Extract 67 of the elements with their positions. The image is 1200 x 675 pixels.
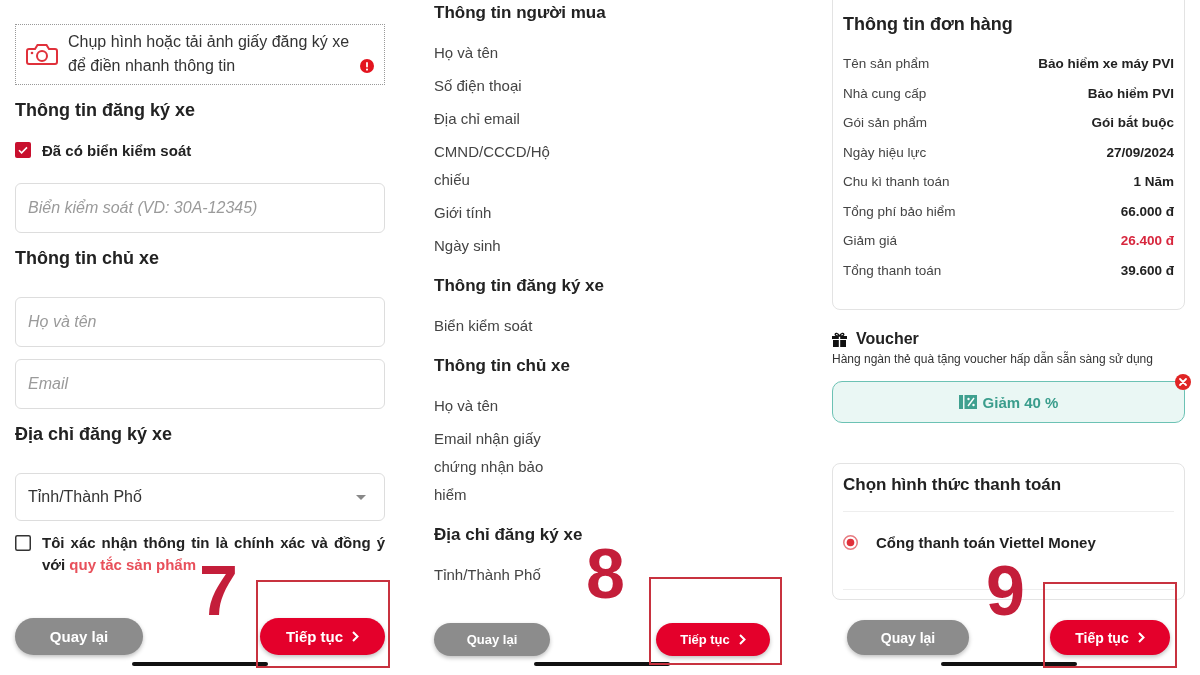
card-title: Thông tin đơn hàng <box>843 13 1014 36</box>
row-value: 27/09/2024 <box>1106 143 1174 162</box>
row-label: Nhà cung cấp <box>843 84 927 103</box>
section-heading: Thông tin người mua <box>434 2 607 24</box>
voucher-subtitle: Hàng ngàn thẻ quà tặng voucher hấp dẫn sẵn sàng sử dụng <box>832 351 1154 367</box>
card-title: Chọn hình thức thanh toán <box>843 474 1063 496</box>
radio-button[interactable] <box>843 534 858 550</box>
field-label: Số điện thoại <box>434 76 523 96</box>
row-value: 26.400 đ <box>1120 232 1174 250</box>
text-field[interactable]: Email <box>15 359 385 409</box>
field-label: Ngày sinh <box>434 236 502 256</box>
caret-down-icon <box>356 494 366 500</box>
ticket-icon <box>958 395 977 409</box>
back-button[interactable]: Quay lại <box>847 620 969 655</box>
row-value: 39.600 đ <box>1120 261 1174 280</box>
section-heading: Địa chỉ đăng ký xe <box>434 524 584 546</box>
field-label: Địa chỉ email <box>434 109 521 129</box>
section-heading: Thông tin đăng ký xe <box>15 99 196 122</box>
row-value: Gói bắt buộc <box>1091 114 1174 132</box>
voucher-chip[interactable]: Giảm 40 % <box>832 381 1185 423</box>
continue-button[interactable]: Tiếp tục <box>1050 620 1170 655</box>
section-heading: Thông tin đăng ký xe <box>434 275 605 297</box>
back-button[interactable]: Quay lại <box>15 618 143 655</box>
chevron-right-icon <box>352 631 360 642</box>
terms-link[interactable]: quy tắc sản phẩm <box>69 556 197 573</box>
row-label: Chu kì thanh toán <box>843 173 950 191</box>
section-heading: Thông tin chủ xe <box>15 247 160 270</box>
section-heading: Địa chỉ đăng ký xe <box>15 423 174 446</box>
row-label: Tên sản phẩm <box>843 55 930 73</box>
field-label: Email nhận giấy chứng nhận bảo hiểm <box>434 429 545 505</box>
back-button[interactable]: Quay lại <box>434 623 550 656</box>
row-label: Tổng thanh toán <box>843 261 942 280</box>
row-value: 66.000 đ <box>1120 202 1174 221</box>
row-value: 1 Năm <box>1133 173 1174 191</box>
close-icon[interactable] <box>1175 374 1191 390</box>
checkbox-label: Đã có biển kiểm soát <box>42 141 192 159</box>
row-label: Tổng phí bảo hiểm <box>843 202 956 221</box>
row-label: Gói sản phẩm <box>843 114 928 132</box>
field-label: Biển kiểm soát <box>434 316 534 336</box>
upload-hint-text: Chụp hình hoặc tải ảnh giấy đăng ký xe để điền nhanh thông tin <box>68 32 351 76</box>
chevron-right-icon <box>738 634 746 645</box>
voucher-title: Voucher <box>856 330 919 348</box>
chevron-right-icon <box>1137 632 1145 643</box>
photo-upload-area[interactable]: Chụp hình hoặc tải ảnh giấy đăng ký xe để điền nhanh thông tin <box>15 24 385 85</box>
row-label: Ngày hiệu lực <box>843 143 927 162</box>
field-label: Họ và tên <box>434 396 500 416</box>
payment-option-label: Cổng thanh toán Viettel Money <box>876 533 1096 551</box>
field-label: Họ và tên <box>434 43 500 63</box>
field-label: Giới tính <box>434 203 493 223</box>
continue-button[interactable]: Tiếp tục <box>656 623 770 656</box>
dropdown-field[interactable]: Tỉnh/Thành Phố <box>15 473 385 521</box>
text-field[interactable]: Biển kiểm soát (VD: 30A-12345) <box>15 183 385 233</box>
continue-button[interactable]: Tiếp tục <box>260 618 385 655</box>
row-value: Bảo hiểm PVI <box>1087 84 1174 103</box>
checkbox[interactable] <box>15 142 31 158</box>
field-label: CMND/CCCD/Hộ chiếu <box>434 142 551 190</box>
camera-icon <box>26 42 58 66</box>
alert-icon <box>360 59 374 73</box>
section-heading: Thông tin chủ xe <box>434 355 571 377</box>
step-number: 9 <box>986 565 1025 617</box>
row-label: Giảm giá <box>843 232 898 250</box>
row-value: Bảo hiểm xe máy PVI <box>1038 55 1174 73</box>
field-label: Tỉnh/Thành Phố <box>434 565 542 585</box>
step-number: 8 <box>586 548 625 600</box>
text-field[interactable]: Họ và tên <box>15 297 385 347</box>
checkbox[interactable] <box>15 535 31 551</box>
gift-icon <box>832 331 847 347</box>
